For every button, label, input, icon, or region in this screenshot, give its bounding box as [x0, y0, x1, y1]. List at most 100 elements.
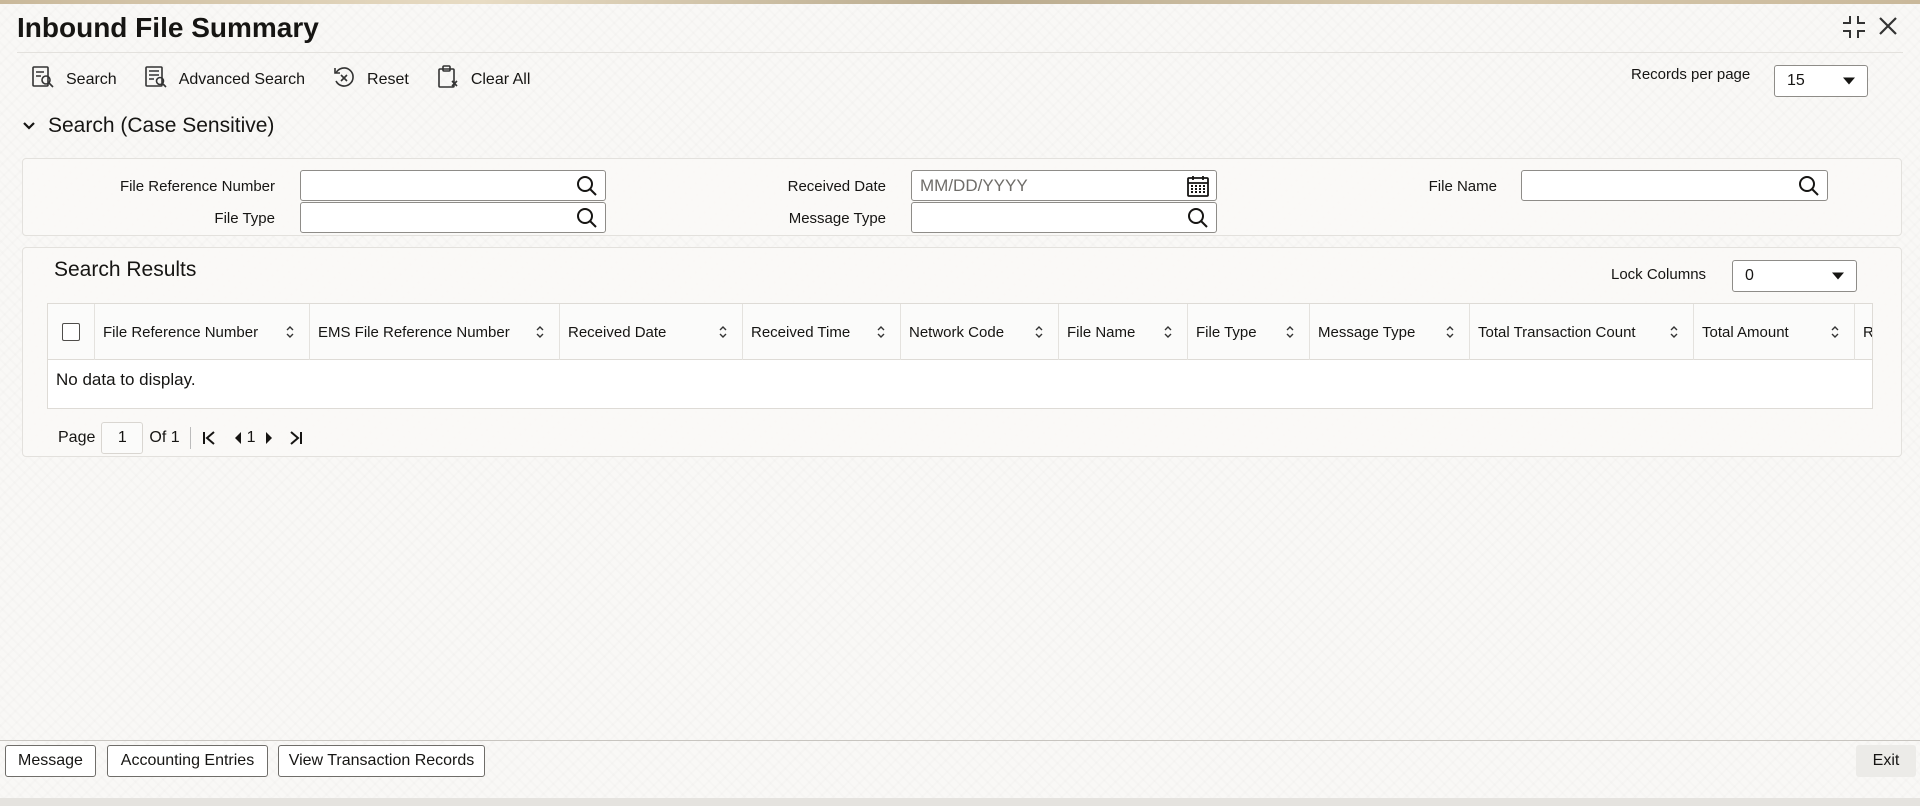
current-page-number: 1 — [246, 429, 256, 446]
sort-icon[interactable] — [876, 325, 886, 339]
search-section-title: Search (Case Sensitive) — [48, 114, 275, 137]
clipboard-clear-icon — [435, 64, 461, 95]
search-button-label: Search — [66, 70, 117, 88]
records-per-page-label: Records per page — [1631, 66, 1751, 83]
message-type-input[interactable] — [911, 202, 1217, 233]
maximize-icon[interactable] — [1841, 14, 1867, 46]
file-reference-number-label: File Reference Number — [119, 178, 275, 195]
table-header: File Reference Number EMS File Reference… — [48, 304, 1872, 360]
reset-label: Reset — [367, 70, 409, 88]
file-type-input[interactable] — [300, 202, 606, 233]
chevron-down-icon — [1843, 77, 1855, 85]
last-page-icon[interactable] — [288, 430, 304, 446]
sort-icon[interactable] — [285, 325, 295, 339]
inbound-file-summary-window: Inbound File Summary Search Advanced Sea… — [0, 0, 1920, 806]
sort-icon[interactable] — [1034, 325, 1044, 339]
column-header[interactable]: File Type — [1188, 304, 1310, 360]
calendar-icon[interactable] — [1186, 174, 1210, 198]
received-date-label: Received Date — [787, 178, 886, 195]
search-results-title: Search Results — [54, 258, 197, 281]
column-header-label: Message Type — [1318, 323, 1416, 341]
search-criteria-panel: File Reference Number File Type Received… — [22, 158, 1902, 236]
message-type-label: Message Type — [788, 210, 886, 227]
advanced-search-icon — [143, 64, 169, 95]
column-header[interactable]: Total Transaction Count — [1470, 304, 1694, 360]
select-all-cell — [48, 304, 95, 360]
search-icon[interactable] — [575, 174, 599, 198]
column-header-label: Received Date — [568, 323, 667, 341]
column-header[interactable]: Received Time — [743, 304, 901, 360]
chevron-down-icon — [1832, 272, 1844, 280]
column-header-label: Total Transaction Count — [1478, 323, 1636, 341]
sort-icon[interactable] — [1163, 325, 1173, 339]
results-table: File Reference Number EMS File Reference… — [47, 303, 1873, 409]
title-divider — [17, 52, 1903, 53]
search-icon[interactable] — [1797, 174, 1821, 198]
next-page-icon[interactable] — [264, 431, 274, 445]
first-page-icon[interactable] — [201, 430, 217, 446]
bottom-strip — [0, 798, 1920, 806]
search-icon[interactable] — [575, 206, 599, 230]
sort-icon[interactable] — [1830, 325, 1840, 339]
sort-icon[interactable] — [1445, 325, 1455, 339]
sort-icon[interactable] — [1669, 325, 1679, 339]
top-banner-strip — [0, 0, 1920, 4]
column-header[interactable]: Network Code — [901, 304, 1059, 360]
page-label: Page — [58, 429, 96, 446]
page-of-label: Of 1 — [149, 429, 180, 446]
column-header-label: File Type — [1196, 323, 1257, 341]
column-header[interactable]: Total Amount — [1694, 304, 1855, 360]
column-header-label: Total Amount — [1702, 323, 1789, 341]
received-date-input[interactable]: MM/DD/YYYY — [911, 170, 1217, 201]
sort-icon[interactable] — [535, 325, 545, 339]
received-date-placeholder: MM/DD/YYYY — [920, 175, 1028, 195]
previous-page-icon[interactable] — [233, 431, 243, 445]
page-title: Inbound File Summary — [17, 12, 319, 43]
exit-button[interactable]: Exit — [1856, 745, 1916, 777]
file-name-input[interactable] — [1521, 170, 1828, 201]
lock-columns-value: 0 — [1745, 267, 1754, 284]
toolbar: Search Advanced Search Reset Clear All — [30, 64, 556, 95]
close-icon[interactable] — [1876, 14, 1900, 44]
page-number-value: 1 — [117, 429, 127, 446]
search-section-toggle[interactable]: Search (Case Sensitive) — [22, 114, 274, 138]
search-icon[interactable] — [1186, 206, 1210, 230]
empty-state-text: No data to display. — [56, 370, 196, 389]
pager-divider — [189, 427, 191, 449]
message-button[interactable]: Message — [5, 745, 96, 777]
file-reference-number-input[interactable] — [300, 170, 606, 201]
sort-icon[interactable] — [1285, 325, 1295, 339]
column-header[interactable]: File Reference Number — [95, 304, 310, 360]
records-per-page-select[interactable]: 15 — [1774, 65, 1868, 97]
sort-icon[interactable] — [718, 325, 728, 339]
page-number-input[interactable]: 1 — [101, 422, 144, 454]
search-form-icon — [30, 64, 56, 95]
column-header[interactable]: Re — [1855, 304, 1873, 360]
accounting-entries-button[interactable]: Accounting Entries — [107, 745, 268, 777]
reset-icon — [331, 64, 357, 95]
column-header[interactable]: Received Date — [560, 304, 743, 360]
column-header-label: Re — [1863, 323, 1873, 341]
view-transaction-records-button[interactable]: View Transaction Records — [278, 745, 485, 777]
search-button[interactable]: Search — [30, 64, 117, 95]
column-header-label: File Name — [1067, 323, 1136, 341]
footer-divider — [0, 740, 1920, 741]
column-header[interactable]: EMS File Reference Number — [310, 304, 560, 360]
column-header-label: Received Time — [751, 323, 851, 341]
records-per-page-value: 15 — [1787, 72, 1805, 89]
advanced-search-button[interactable]: Advanced Search — [143, 64, 305, 95]
column-header-label: Network Code — [909, 323, 1005, 341]
select-all-checkbox[interactable] — [62, 323, 80, 341]
column-header[interactable]: File Name — [1059, 304, 1188, 360]
advanced-search-label: Advanced Search — [178, 70, 306, 88]
reset-button[interactable]: Reset — [331, 64, 409, 95]
lock-columns-label: Lock Columns — [1611, 266, 1707, 283]
column-header[interactable]: Message Type — [1310, 304, 1470, 360]
file-type-label: File Type — [214, 210, 275, 227]
pagination: Page 1 Of 1 1 — [58, 422, 304, 454]
clear-all-label: Clear All — [470, 70, 531, 88]
clear-all-button[interactable]: Clear All — [435, 64, 531, 95]
lock-columns-select[interactable]: 0 — [1732, 260, 1857, 292]
chevron-down-icon — [23, 122, 35, 130]
column-header-label: EMS File Reference Number — [318, 323, 510, 341]
